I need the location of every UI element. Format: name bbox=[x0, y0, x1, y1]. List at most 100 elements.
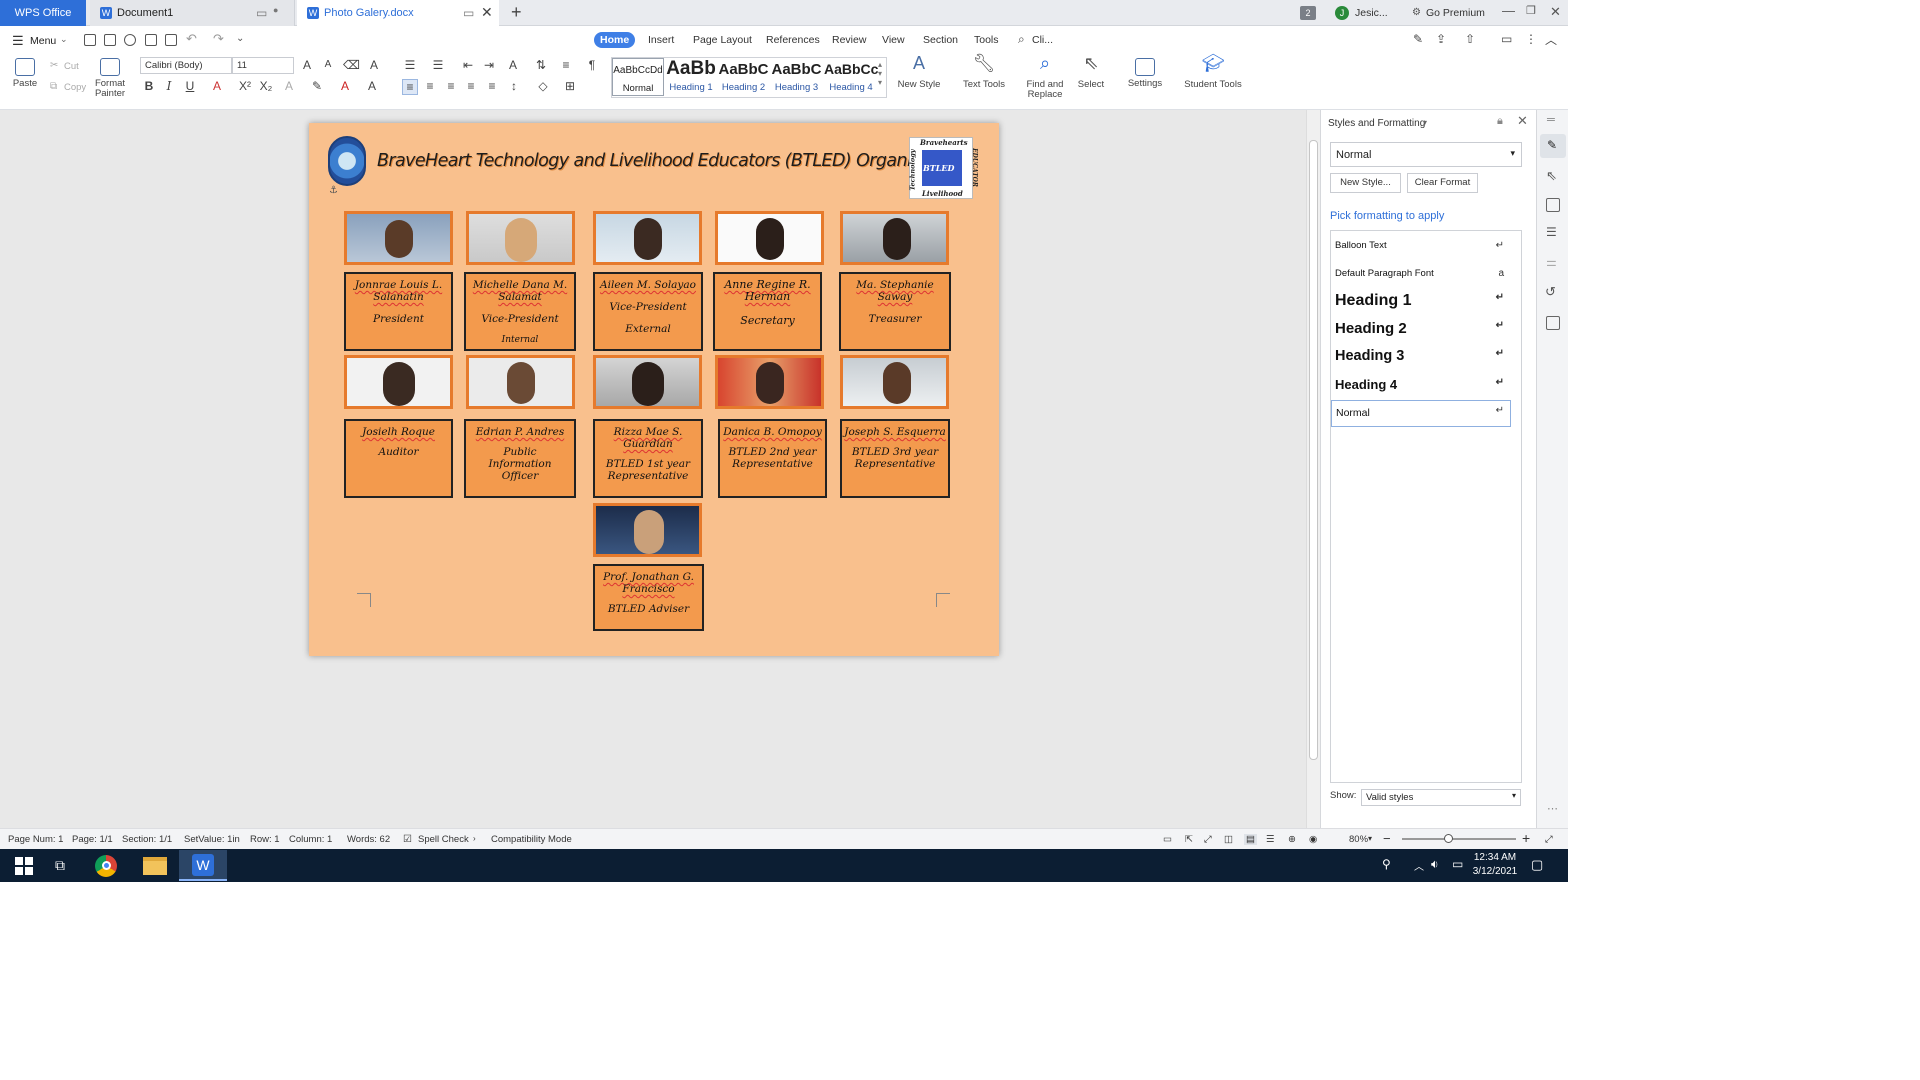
copy-icon[interactable]: ⧉ bbox=[50, 81, 57, 92]
window-count-badge[interactable]: 2 bbox=[1300, 6, 1316, 20]
undo-icon[interactable]: ↶ bbox=[186, 31, 197, 47]
tab-view[interactable]: View bbox=[876, 32, 911, 48]
close-window-icon[interactable]: ✕ bbox=[1550, 4, 1561, 20]
comment-icon[interactable]: ▭ bbox=[1501, 32, 1512, 46]
status-section[interactable]: Section: 1/1 bbox=[122, 834, 172, 845]
student-tools-button[interactable]: 🎓︎ Student Tools bbox=[1180, 54, 1246, 90]
status-row[interactable]: Row: 1 bbox=[250, 834, 280, 845]
scroll-thumb[interactable] bbox=[1309, 140, 1318, 760]
style-list-item[interactable]: Heading 4 ↵ bbox=[1335, 377, 1510, 392]
more-icon[interactable]: ⋮ bbox=[1525, 32, 1537, 46]
style-list-item-selected[interactable]: Normal ↵ bbox=[1331, 400, 1511, 427]
share-icon[interactable]: ⇪ bbox=[1436, 32, 1446, 46]
current-style-select[interactable]: Normal ▾ bbox=[1330, 142, 1522, 167]
export-icon[interactable] bbox=[124, 34, 136, 46]
find-replace-button[interactable]: ⌕ Find and Replace bbox=[1022, 54, 1068, 100]
float-window-icon[interactable]: ▭ bbox=[463, 6, 474, 20]
numbering-icon[interactable]: ☰ bbox=[430, 58, 446, 72]
style-list-item[interactable]: Heading 1 ↵ bbox=[1335, 292, 1510, 310]
style-list-item[interactable]: Default Paragraph Font a bbox=[1335, 268, 1510, 279]
tab-insert[interactable]: Insert bbox=[642, 32, 680, 48]
zoom-slider-thumb[interactable] bbox=[1443, 834, 1453, 843]
clock-date[interactable]: 3/12/2021 bbox=[1470, 866, 1520, 877]
file-explorer-app[interactable] bbox=[131, 850, 179, 881]
save-icon[interactable] bbox=[104, 34, 116, 46]
view-outline-icon[interactable]: ☰ bbox=[1266, 834, 1275, 845]
tab-tools[interactable]: Tools bbox=[968, 32, 1005, 48]
distributed-icon[interactable]: ≡ bbox=[484, 79, 500, 93]
print-icon[interactable] bbox=[145, 34, 157, 46]
float-window-icon[interactable]: ▭ bbox=[256, 6, 267, 20]
paste-button[interactable]: Paste bbox=[8, 58, 42, 89]
show-marks-icon[interactable]: ¶ bbox=[584, 58, 600, 72]
show-filter-select[interactable]: Valid styles ▾ bbox=[1361, 789, 1521, 806]
tab-home[interactable]: Home bbox=[594, 32, 636, 48]
view-page-icon[interactable]: ▤ bbox=[1244, 834, 1257, 845]
history-icon[interactable]: ↺ bbox=[1545, 284, 1556, 300]
show-hidden-icons[interactable]: ︿ bbox=[1414, 858, 1424, 873]
status-page[interactable]: Page: 1/1 bbox=[72, 834, 113, 845]
cut-icon[interactable]: ✂ bbox=[50, 60, 58, 71]
style-normal[interactable]: AaBbCcDd Normal bbox=[612, 58, 664, 96]
wps-writer-app[interactable]: W bbox=[179, 850, 227, 881]
tab-document1[interactable]: W Document1 ▭ ● bbox=[90, 0, 295, 26]
hamburger-icon[interactable]: ☰ bbox=[12, 33, 24, 49]
bullets-icon[interactable]: ☰ bbox=[402, 58, 418, 72]
style-heading-2[interactable]: AaBbC Heading 2 bbox=[718, 58, 769, 96]
lock-icon[interactable]: 🔒︎ bbox=[1497, 115, 1503, 128]
superscript-icon[interactable]: X² bbox=[237, 79, 253, 93]
tab-page-layout[interactable]: Page Layout bbox=[687, 32, 758, 48]
collapse-ribbon-icon[interactable]: ︿ bbox=[1545, 31, 1557, 48]
style-heading-4[interactable]: AaBbCcl Heading 4 bbox=[824, 58, 878, 96]
user-name[interactable]: Jesic... bbox=[1355, 7, 1388, 19]
spell-check-button[interactable]: Spell Check bbox=[418, 834, 469, 845]
char-shading-icon[interactable]: A bbox=[364, 79, 380, 93]
close-tab-icon[interactable]: ✕ bbox=[481, 4, 493, 21]
task-view-icon[interactable]: ⧉ bbox=[36, 850, 84, 881]
volume-icon[interactable]: 🔉︎ bbox=[1431, 857, 1439, 872]
people-icon[interactable]: ⚲ bbox=[1382, 857, 1391, 871]
cut-button[interactable]: Cut bbox=[64, 61, 79, 72]
wps-office-tab[interactable]: WPS Office bbox=[0, 0, 86, 26]
style-list-item[interactable]: Heading 2 ↵ bbox=[1335, 320, 1510, 337]
tab-references[interactable]: References bbox=[760, 32, 826, 48]
bold-icon[interactable]: B bbox=[141, 79, 157, 93]
search-icon[interactable]: ⌕ bbox=[1018, 32, 1025, 47]
font-size-select[interactable]: 11 bbox=[232, 57, 294, 74]
chevron-right-icon[interactable]: › bbox=[473, 834, 476, 843]
nav-pane-icon[interactable]: ☰ bbox=[1546, 225, 1557, 239]
copy-button[interactable]: Copy bbox=[64, 82, 86, 93]
chevron-down-icon[interactable]: ▾ bbox=[1368, 834, 1372, 843]
borders-icon[interactable]: ⊞ bbox=[562, 79, 578, 93]
network-icon[interactable]: ▭ bbox=[1452, 857, 1463, 871]
clear-format-button[interactable]: Clear Format bbox=[1407, 173, 1478, 193]
line-spacing-icon[interactable]: ↕ bbox=[506, 79, 522, 93]
status-column[interactable]: Column: 1 bbox=[289, 834, 332, 845]
view-split-icon[interactable]: ◫ bbox=[1224, 834, 1233, 845]
more-dots-icon[interactable]: ⋯ bbox=[1547, 802, 1558, 815]
para-spacing-icon[interactable]: ≡ bbox=[558, 58, 574, 72]
eye-protection-icon[interactable]: ◉ bbox=[1309, 834, 1317, 845]
chrome-app[interactable] bbox=[82, 850, 130, 881]
zoom-level-select[interactable]: 80% bbox=[1349, 834, 1368, 845]
grow-font-icon[interactable]: A bbox=[299, 58, 315, 72]
clock-time[interactable]: 12:34 AM bbox=[1470, 852, 1520, 863]
style-list-item[interactable]: Heading 3 ↵ bbox=[1335, 348, 1510, 364]
collaborate-icon[interactable]: ✎ bbox=[1413, 32, 1423, 46]
subscript-icon[interactable]: X₂ bbox=[258, 79, 274, 93]
style-heading-3[interactable]: AaBbC Heading 3 bbox=[771, 58, 822, 96]
style-scroll-icon[interactable]: ▴ ▾ ▾ bbox=[878, 60, 882, 87]
chevron-down-icon[interactable]: ▾ bbox=[1423, 118, 1427, 127]
redo-icon[interactable]: ↷ bbox=[213, 31, 224, 47]
phonetic-icon[interactable]: A bbox=[281, 79, 297, 93]
fit-window-icon[interactable]: ⤢ bbox=[1545, 834, 1553, 845]
text-effects-icon[interactable]: A bbox=[366, 58, 382, 72]
chevron-down-icon[interactable]: ⌄ bbox=[60, 34, 68, 45]
shading-icon[interactable]: ◇ bbox=[535, 79, 551, 93]
upload-icon[interactable]: ⇧ bbox=[1465, 32, 1475, 46]
adjust-icon[interactable]: ⚌ bbox=[1546, 255, 1557, 269]
close-panel-icon[interactable]: ✕ bbox=[1517, 113, 1528, 129]
strikethrough-icon[interactable]: A bbox=[209, 79, 225, 93]
search-command-input[interactable]: Cli... bbox=[1032, 34, 1053, 46]
align-center-icon[interactable]: ≡ bbox=[422, 79, 438, 93]
